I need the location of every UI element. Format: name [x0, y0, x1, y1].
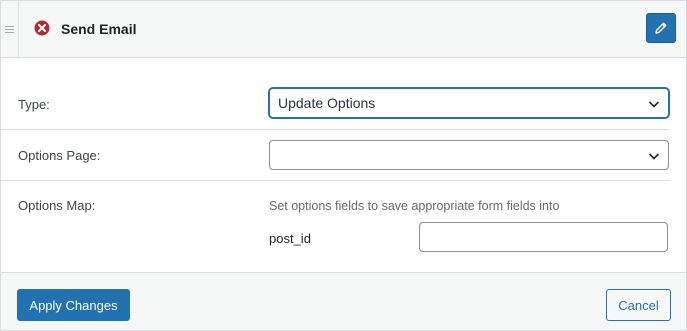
options-page-label: Options Page: [18, 148, 101, 163]
post-id-input[interactable] [419, 222, 668, 252]
row-divider [1, 180, 670, 181]
chevron-down-icon [648, 101, 660, 108]
type-select[interactable]: Update Options [269, 88, 669, 118]
row-divider [1, 129, 670, 130]
options-page-select[interactable] [269, 140, 669, 170]
options-map-label: Options Map: [18, 198, 96, 213]
options-map-help: Set options fields to save appropriate f… [269, 199, 560, 213]
type-select-value: Update Options [278, 95, 376, 111]
error-circle-icon [34, 20, 50, 36]
cancel-button[interactable]: Cancel [606, 289, 671, 321]
panel-header: Send Email [1, 1, 686, 58]
drag-handle[interactable] [1, 1, 19, 58]
edit-button[interactable] [646, 13, 676, 43]
apply-changes-button[interactable]: Apply Changes [17, 289, 130, 321]
panel-title: Send Email [61, 21, 137, 37]
chevron-down-icon [648, 153, 660, 160]
action-panel: Send Email Type: Update Options Options … [0, 0, 687, 331]
type-label: Type: [18, 97, 50, 112]
pencil-icon [655, 22, 667, 34]
map-key-post-id: post_id [269, 231, 311, 246]
panel-footer: Apply Changes Cancel [1, 272, 686, 330]
